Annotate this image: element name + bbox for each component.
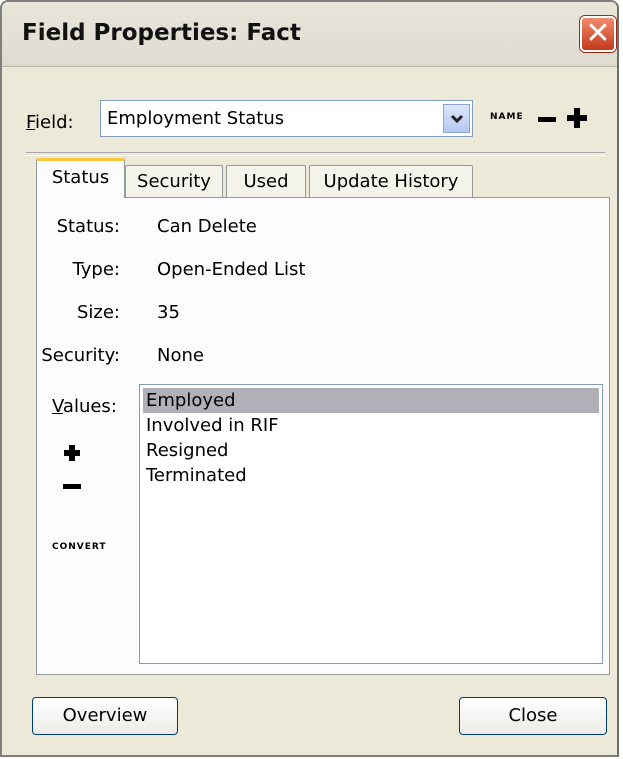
- close-button[interactable]: Close: [459, 697, 607, 735]
- security-value: None: [157, 345, 204, 366]
- field-properties-dialog: Field Properties: Fact ✕ Field: Employme…: [0, 0, 619, 757]
- add-value-button[interactable]: [64, 445, 80, 461]
- close-icon: ✕: [585, 16, 611, 51]
- status-label: Status:: [56, 216, 120, 237]
- type-value: Open-Ended List: [157, 259, 306, 280]
- size-label: Size:: [76, 302, 120, 323]
- tab-update-history[interactable]: Update History: [309, 165, 473, 198]
- add-field-button[interactable]: [567, 108, 587, 128]
- status-value: Can Delete: [157, 216, 257, 237]
- tab-used[interactable]: Used: [226, 165, 306, 198]
- values-listbox[interactable]: Employed Involved in RIF Resigned Termin…: [139, 384, 603, 664]
- field-select-value: Employment Status: [107, 108, 285, 129]
- convert-button[interactable]: CONVERT: [52, 542, 107, 552]
- rename-field-button[interactable]: NAME: [490, 112, 524, 122]
- type-label: Type:: [72, 259, 120, 280]
- remove-value-button[interactable]: [63, 484, 81, 489]
- security-label: Security:: [41, 345, 120, 366]
- list-item[interactable]: Employed: [143, 388, 599, 413]
- tab-status[interactable]: Status: [36, 158, 125, 198]
- overview-button[interactable]: Overview: [32, 697, 178, 735]
- divider: [26, 152, 605, 156]
- size-value: 35: [157, 302, 180, 323]
- values-label: Values:: [52, 396, 117, 417]
- remove-field-button[interactable]: [538, 117, 556, 122]
- dialog-title: Field Properties: Fact: [22, 20, 301, 46]
- field-label: Field:: [26, 112, 74, 133]
- list-item[interactable]: Involved in RIF: [143, 413, 599, 438]
- list-item[interactable]: Resigned: [143, 438, 599, 463]
- tab-security[interactable]: Security: [125, 165, 223, 198]
- field-select[interactable]: Employment Status: [100, 100, 473, 137]
- list-item[interactable]: Terminated: [143, 463, 599, 488]
- window-close-button[interactable]: ✕: [580, 16, 616, 52]
- status-panel: Status: Can Delete Type: Open-Ended List…: [36, 197, 610, 675]
- title-bar[interactable]: Field Properties: Fact ✕: [2, 2, 617, 67]
- chevron-down-icon: [450, 114, 463, 123]
- dropdown-button[interactable]: [443, 104, 470, 133]
